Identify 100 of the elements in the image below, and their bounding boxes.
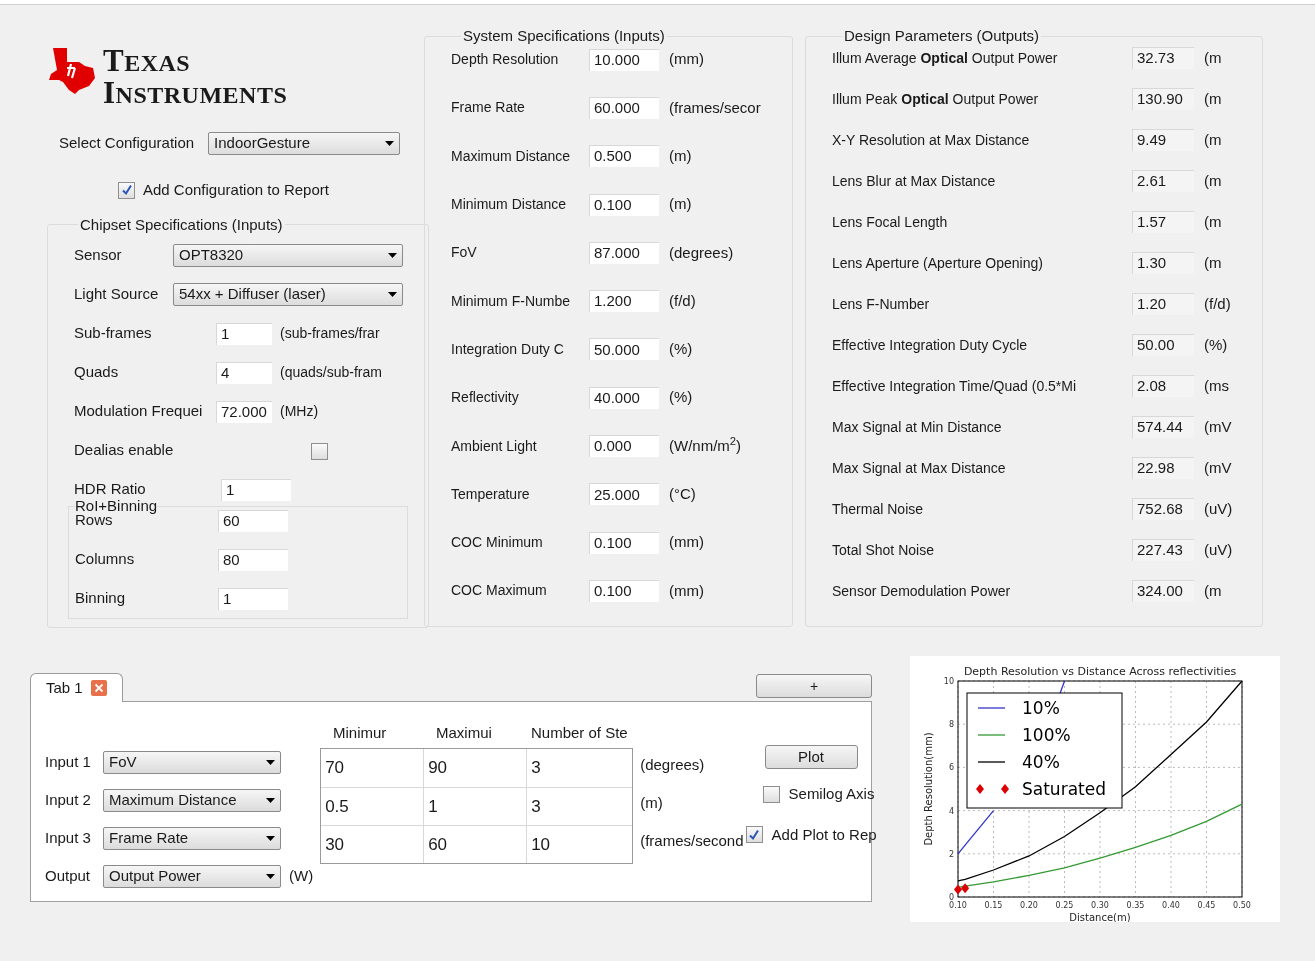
input-field[interactable]: 0.000 [589, 435, 659, 457]
y-tick-label: 8 [948, 720, 954, 730]
group-title: Chipset Specifications (Inputs) [79, 214, 284, 235]
unit-label: (m) [640, 793, 664, 812]
field-label: Quads [74, 362, 120, 383]
table-cell[interactable]: 30 [321, 826, 425, 863]
dropdown[interactable]: Maximum Distance [103, 789, 281, 812]
field-label: Frame Rate [451, 98, 526, 118]
x-axis-label: Distance(m) [1069, 912, 1131, 922]
unit-label: (f/d) [669, 290, 696, 311]
dropdown[interactable]: OPT8320 [173, 244, 403, 267]
field-label: Thermal Noise [832, 499, 925, 519]
field-label: FoV [451, 243, 478, 263]
add-tab-button[interactable]: + [756, 674, 872, 698]
unit-label: (degrees) [640, 755, 706, 774]
unit-label: (m [1204, 88, 1222, 109]
unit-label: (°C) [669, 484, 696, 505]
input-field[interactable]: 1 [216, 322, 272, 345]
input-field[interactable]: 60 [218, 509, 288, 532]
unit-label: (uV) [1204, 498, 1233, 519]
y-tick-label: 2 [948, 849, 954, 859]
dropdown-caret-icon [266, 836, 275, 841]
field-label: Sensor [74, 245, 123, 266]
input-field[interactable]: 25.000 [589, 483, 659, 506]
output-value-field: 2.08 [1132, 375, 1194, 397]
input-field[interactable]: 50.000 [589, 338, 659, 361]
table-cell[interactable]: 70 [321, 749, 425, 787]
y-tick-label: 6 [948, 763, 954, 773]
unit-label: (W/nm/m$^{2}$) [669, 434, 742, 456]
unit-label: (m [1204, 211, 1222, 232]
dropdown[interactable]: Frame Rate [103, 827, 281, 850]
field-label: COC Maximum [451, 581, 548, 601]
unit-label: (mV [1204, 457, 1232, 478]
table-cell[interactable]: 60 [424, 826, 528, 863]
input-field[interactable]: 10.000 [589, 48, 659, 71]
unit-label: (%) [669, 339, 693, 360]
unit-label: (m [1204, 170, 1222, 191]
input-field[interactable]: 1 [221, 478, 291, 501]
field-label: Minimum Distance [451, 195, 568, 215]
input-field[interactable]: 0.500 [589, 145, 659, 168]
input-field[interactable]: 72.000 [216, 400, 272, 423]
unit-label: (ms [1204, 375, 1229, 396]
dropdown[interactable]: FoV [103, 751, 281, 774]
input-field[interactable]: 4 [216, 361, 272, 384]
field-label: Max Signal at Max Distance [832, 458, 1007, 478]
unit-label: (frames/secor [669, 97, 761, 118]
tab[interactable]: Tab 1 [30, 673, 123, 702]
unit-label: (uV) [1204, 539, 1233, 560]
input-field[interactable]: 40.000 [589, 386, 659, 409]
chart-title: Depth Resolution vs Distance Across reflectivities [963, 665, 1237, 678]
table-cell[interactable]: 0.5 [321, 788, 425, 825]
dropdown[interactable]: 54xx + Diffuser (laser) [173, 283, 403, 306]
checkmark-icon [748, 828, 761, 841]
field-label: Input 1 [45, 752, 92, 773]
unit-label: (mV [1204, 416, 1232, 437]
legend-label: 10% [1022, 698, 1060, 718]
checkbox[interactable] [745, 826, 763, 844]
field-label: X-Y Resolution at Max Distance [832, 130, 1031, 150]
field-label: Rows [75, 511, 113, 531]
input-field[interactable]: 80 [218, 548, 288, 571]
field-label: Dealias enable [74, 440, 175, 461]
close-icon[interactable] [90, 680, 107, 696]
table-cell[interactable]: 1 [424, 788, 528, 825]
input-field[interactable]: 60.000 [589, 96, 659, 119]
field-label: Light Source [74, 284, 160, 305]
table-cell[interactable]: 3 [527, 749, 633, 787]
unit-label: (mm) [669, 580, 704, 601]
output-value-field: 324.00 [1132, 580, 1194, 602]
dropdown[interactable]: IndoorGesture [208, 132, 400, 155]
x-tick-label: 0.25 [1055, 901, 1074, 910]
checkbox[interactable] [118, 181, 135, 199]
field-label: Illum Peak Optical Output Power [832, 89, 1040, 109]
unit-label: (degrees) [669, 242, 734, 263]
checkbox[interactable] [311, 443, 328, 460]
y-tick-label: 0 [948, 893, 954, 902]
table-cell[interactable]: 3 [527, 788, 633, 825]
field-label: Total Shot Noise [832, 540, 935, 560]
field-label: Binning [75, 588, 127, 609]
x-tick-label: 0.30 [1091, 901, 1109, 910]
plot-button[interactable]: Plot [764, 745, 858, 769]
input-field[interactable]: 87.000 [589, 241, 659, 264]
input-field[interactable]: 1 [218, 587, 288, 610]
input-field[interactable]: 0.100 [589, 579, 659, 602]
table-cell[interactable]: 90 [424, 749, 528, 787]
output-value-field: 130.90 [1132, 88, 1194, 110]
checkbox[interactable] [762, 785, 780, 803]
input-field[interactable]: 0.100 [589, 193, 659, 216]
unit-label: (m [1204, 47, 1222, 68]
table-cell[interactable]: 10 [527, 826, 633, 863]
field-label: Minimum F-Numbe [451, 291, 571, 311]
legend-label: 100% [1022, 725, 1071, 745]
output-value-field: 227.43 [1132, 539, 1194, 561]
input-field[interactable]: 1.200 [589, 290, 659, 313]
checkbox-label: Add Plot to Rep [771, 824, 877, 845]
dropdown-caret-icon [385, 141, 394, 146]
dropdown[interactable]: Output Power [103, 865, 281, 888]
input-field[interactable]: 0.100 [589, 531, 659, 554]
x-tick-label: 0.10 [949, 901, 967, 910]
dropdown-caret-icon [388, 292, 397, 297]
field-label: Lens Blur at Max Distance [832, 171, 997, 191]
